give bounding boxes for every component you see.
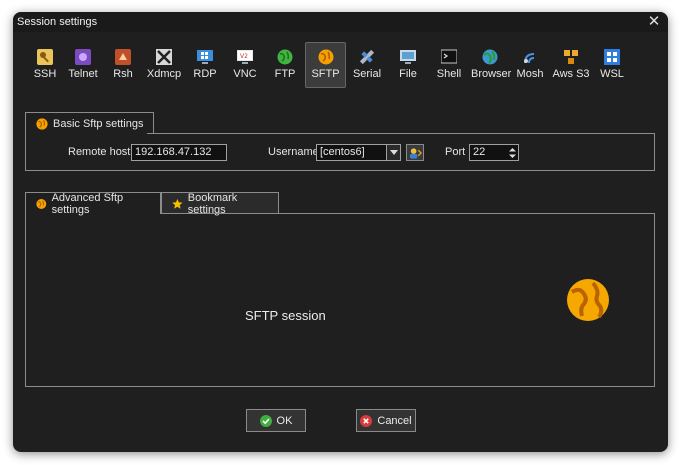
orange-globe-icon — [36, 198, 47, 209]
terminal-icon — [441, 49, 457, 64]
sftp-globe-icon — [567, 279, 609, 321]
port-value: 22 — [473, 146, 486, 158]
tool-file[interactable]: File — [388, 42, 428, 88]
tab-advanced-sftp-settings[interactable]: Advanced Sftp settings — [25, 191, 161, 216]
check-icon — [259, 414, 272, 427]
username-label: Username — [268, 146, 319, 158]
windows-logo-icon — [604, 49, 620, 65]
spin-arrows[interactable] — [506, 145, 518, 160]
cancel-button[interactable]: Cancel — [356, 409, 416, 432]
globe-icon — [482, 49, 498, 65]
tool-ssh[interactable]: SSH — [27, 42, 63, 88]
orange-globe-icon — [36, 117, 48, 130]
tool-label: RDP — [193, 68, 217, 80]
tool-label: Telnet — [68, 68, 98, 80]
tool-shell[interactable]: Shell — [428, 42, 470, 88]
cancel-icon — [360, 414, 373, 427]
tool-label: Xdmcp — [146, 68, 182, 80]
tool-label: Aws S3 — [552, 68, 590, 80]
session-type-text: SFTP session — [245, 308, 326, 323]
tool-mosh[interactable]: Mosh — [510, 42, 550, 88]
satellite-icon — [359, 49, 375, 65]
remote-host-label: Remote host * — [68, 146, 138, 158]
chevron-down-icon[interactable] — [386, 145, 400, 160]
spin-icon — [508, 147, 516, 158]
tab-label: Basic Sftp settings — [53, 117, 144, 130]
tab-label: Bookmark settings — [187, 191, 238, 216]
tool-label: SSH — [33, 68, 57, 80]
tool-label: WSL — [600, 68, 624, 80]
vnc-monitor-icon: V2 — [237, 50, 253, 64]
x-logo-icon — [156, 49, 172, 65]
advanced-settings-panel — [25, 213, 655, 387]
tool-label: Shell — [436, 68, 462, 80]
tool-label: Browser — [471, 68, 512, 80]
panel-top-border — [147, 133, 655, 134]
ok-label: OK — [276, 414, 293, 427]
antenna-icon — [524, 53, 535, 64]
remote-host-input[interactable]: 192.168.47.132 — [131, 144, 227, 161]
tool-label: FTP — [274, 68, 296, 80]
user-icon — [409, 147, 422, 159]
tool-xdmcp[interactable]: Xdmcp — [143, 42, 185, 88]
title-bar: Session settings ✕ — [13, 12, 668, 32]
port-label: Port — [445, 146, 466, 158]
session-settings-dialog: Session settings ✕ SSH Telnet Rsh Xdmcp … — [13, 12, 668, 452]
cancel-label: Cancel — [377, 414, 412, 427]
svg-text:V2: V2 — [240, 53, 248, 60]
tool-serial[interactable]: Serial — [346, 42, 388, 88]
tool-sftp[interactable]: SFTP — [305, 42, 346, 88]
port-stepper[interactable]: 22 — [469, 144, 519, 161]
tool-label: Mosh — [516, 68, 544, 80]
key-icon — [37, 49, 53, 65]
monitor-icon — [400, 50, 416, 64]
tool-ftp[interactable]: FTP — [265, 42, 305, 88]
tool-label: Serial — [352, 68, 382, 80]
tool-browser[interactable]: Browser — [470, 42, 512, 88]
session-type-toolbar: SSH Telnet Rsh Xdmcp RDP V2 VNC FTP SFTP — [27, 42, 632, 90]
rsh-icon — [115, 49, 131, 65]
tool-vnc[interactable]: V2 VNC — [225, 42, 265, 88]
panel-top-border — [161, 213, 655, 214]
window-title: Session settings — [17, 16, 98, 28]
tool-label: SFTP — [311, 68, 340, 80]
cubes-icon — [564, 50, 578, 64]
windows-monitor-icon — [197, 50, 213, 64]
username-value: [centos6] — [320, 146, 365, 158]
tool-rsh[interactable]: Rsh — [103, 42, 143, 88]
tab-label: Advanced Sftp settings — [51, 191, 124, 216]
user-manager-button[interactable] — [406, 144, 424, 161]
tool-label: Rsh — [113, 68, 133, 80]
telnet-icon — [75, 49, 91, 65]
tool-label: File — [399, 68, 417, 80]
tool-rdp[interactable]: RDP — [185, 42, 225, 88]
close-icon[interactable]: ✕ — [646, 13, 662, 31]
tool-telnet[interactable]: Telnet — [63, 42, 103, 88]
tool-wsl[interactable]: WSL — [592, 42, 632, 88]
ok-button[interactable]: OK — [246, 409, 306, 432]
username-combobox[interactable]: [centos6] — [316, 144, 401, 161]
star-icon — [172, 198, 183, 209]
tab-basic-sftp-settings[interactable]: Basic Sftp settings — [25, 112, 154, 134]
tool-label: VNC — [233, 68, 257, 80]
orange-globe-icon — [318, 49, 333, 65]
tab-bookmark-settings[interactable]: Bookmark settings — [161, 191, 279, 216]
tool-aws-s3[interactable]: Aws S3 — [550, 42, 592, 88]
green-globe-icon — [277, 49, 293, 65]
